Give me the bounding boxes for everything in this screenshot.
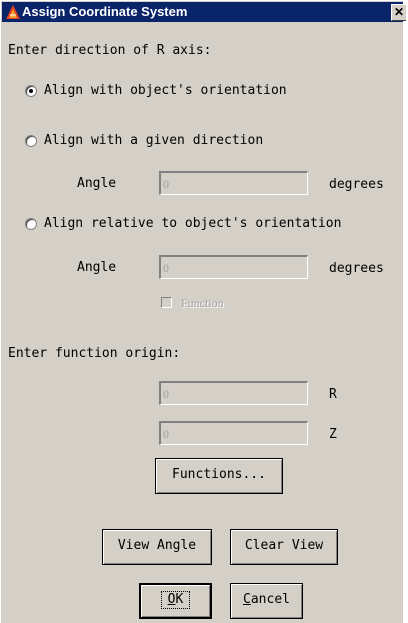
origin-r-value: 0 <box>163 387 169 401</box>
cancel-button-label: Cancel <box>243 592 290 607</box>
view-angle-button[interactable]: View Angle <box>102 529 212 565</box>
given-angle-input[interactable]: 0 <box>159 171 308 195</box>
relative-angle-label: Angle <box>77 260 117 275</box>
function-checkbox-label: Function <box>181 296 224 310</box>
radio-align-relative-orientation[interactable] <box>25 218 37 230</box>
clear-view-button-label: Clear View <box>244 538 324 553</box>
origin-r-unit: R <box>329 387 337 402</box>
relative-angle-unit: degrees <box>329 261 384 276</box>
close-icon: ✕ <box>393 5 405 19</box>
relative-angle-input[interactable]: 0 <box>159 255 308 279</box>
given-angle-value: 0 <box>163 177 169 191</box>
origin-z-unit: Z <box>329 427 337 442</box>
view-angle-button-label: View Angle <box>117 538 197 553</box>
assign-coordinate-system-dialog: Assign Coordinate System ✕ Enter directi… <box>0 0 406 623</box>
r-axis-heading: Enter direction of R axis: <box>8 43 212 58</box>
cancel-button[interactable]: Cancel <box>230 583 303 619</box>
functions-button-label: Functions... <box>172 467 266 482</box>
window-title: Assign Coordinate System <box>22 4 188 19</box>
close-button[interactable]: ✕ <box>391 4 406 21</box>
function-checkbox[interactable] <box>161 297 172 308</box>
ok-button-label: OK <box>160 591 191 609</box>
clear-view-button[interactable]: Clear View <box>230 529 338 565</box>
title-bar[interactable]: Assign Coordinate System ✕ <box>2 2 406 22</box>
origin-r-input[interactable]: 0 <box>159 381 308 405</box>
radio-label-align-object-orientation[interactable]: Align with object's orientation <box>44 83 287 99</box>
ok-button[interactable]: OK <box>139 583 212 619</box>
origin-z-value: 0 <box>163 427 169 441</box>
given-angle-unit: degrees <box>329 177 384 192</box>
functions-button[interactable]: Functions... <box>155 458 283 494</box>
radio-label-align-given-direction[interactable]: Align with a given direction <box>44 133 263 149</box>
app-logo-icon <box>6 5 20 19</box>
origin-z-input[interactable]: 0 <box>159 421 308 445</box>
given-angle-label: Angle <box>77 176 117 191</box>
radio-label-align-relative-orientation[interactable]: Align relative to object's orientation <box>44 216 341 232</box>
origin-heading: Enter function origin: <box>8 346 181 361</box>
radio-align-object-orientation[interactable] <box>25 85 37 97</box>
relative-angle-value: 0 <box>163 261 169 275</box>
radio-align-given-direction[interactable] <box>25 135 37 147</box>
